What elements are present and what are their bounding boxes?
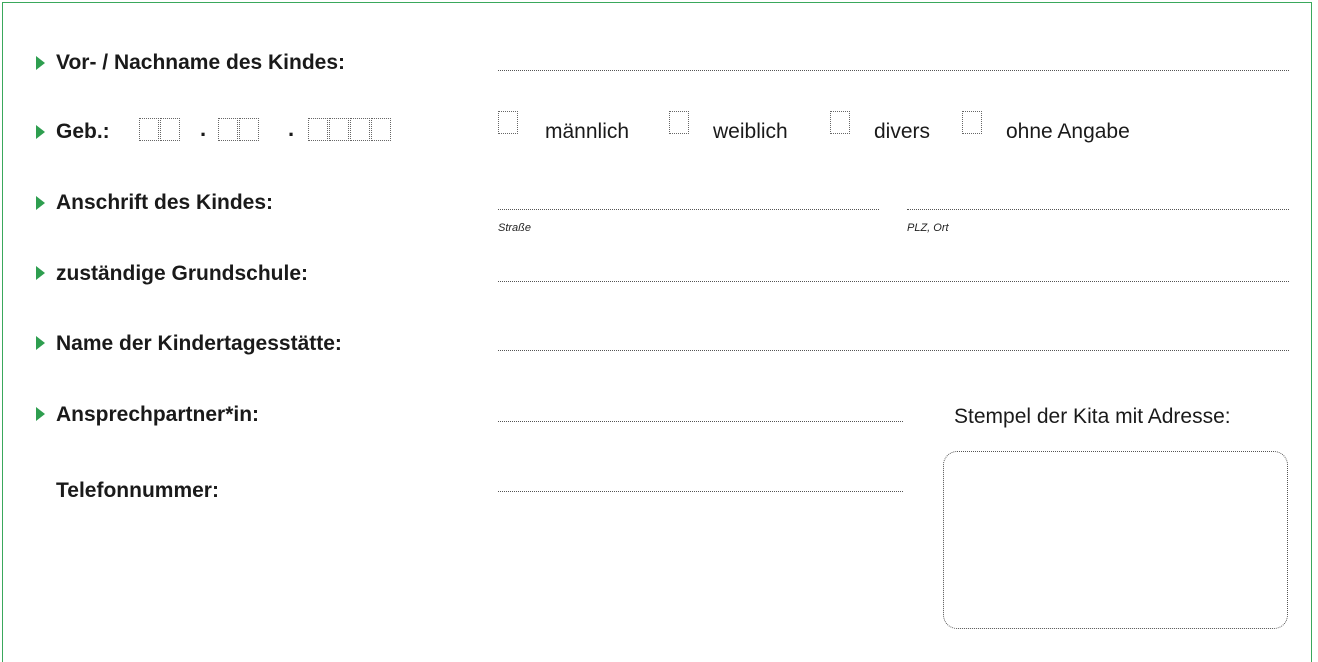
stamp-box: [943, 451, 1288, 629]
birth-day-digit-2[interactable]: [160, 118, 180, 141]
bullet-arrow-icon: [36, 266, 45, 280]
daycare-field[interactable]: [498, 350, 1289, 351]
date-separator: .: [200, 116, 207, 141]
gender-checkbox-male[interactable]: [498, 111, 518, 134]
address-label: Anschrift des Kindes:: [56, 191, 274, 214]
gender-option-label: männlich: [545, 120, 630, 143]
street-field[interactable]: [498, 209, 879, 210]
gender-option-label: ohne Angabe: [1006, 120, 1130, 143]
birth-year-digit-2[interactable]: [329, 118, 349, 141]
birth-label: Geb.:: [56, 120, 110, 143]
birth-month-digit-2[interactable]: [239, 118, 259, 141]
phone-field[interactable]: [498, 491, 903, 492]
school-label: zuständige Grundschule:: [56, 262, 309, 285]
contact-label: Ansprechpartner*in:: [56, 403, 260, 426]
bullet-arrow-icon: [36, 336, 45, 350]
city-caption: PLZ, Ort: [907, 222, 949, 234]
stamp-label: Stempel der Kita mit Adresse:: [954, 405, 1231, 428]
bullet-arrow-icon: [36, 56, 45, 70]
bullet-arrow-icon: [36, 196, 45, 210]
child-name-label: Vor- / Nachname des Kindes:: [56, 51, 346, 74]
date-separator: .: [288, 116, 295, 141]
gender-checkbox-female[interactable]: [669, 111, 689, 134]
birth-year-digit-1[interactable]: [308, 118, 328, 141]
birth-month-digit-1[interactable]: [218, 118, 238, 141]
daycare-label: Name der Kindertagesstätte:: [56, 332, 342, 355]
bullet-arrow-icon: [36, 407, 45, 421]
gender-option-label: divers: [874, 120, 931, 143]
gender-checkbox-none[interactable]: [962, 111, 982, 134]
bullet-arrow-icon: [36, 125, 45, 139]
street-caption: Straße: [498, 222, 532, 234]
gender-checkbox-diverse[interactable]: [830, 111, 850, 134]
school-field[interactable]: [498, 281, 1289, 282]
child-name-field[interactable]: [498, 70, 1289, 71]
contact-field[interactable]: [498, 421, 903, 422]
birth-year-digit-4[interactable]: [371, 118, 391, 141]
phone-label: Telefonnummer:: [56, 479, 219, 502]
birth-year-digit-3[interactable]: [350, 118, 370, 141]
gender-option-label: weiblich: [713, 120, 788, 143]
birth-day-digit-1[interactable]: [139, 118, 159, 141]
city-field[interactable]: [907, 209, 1289, 210]
